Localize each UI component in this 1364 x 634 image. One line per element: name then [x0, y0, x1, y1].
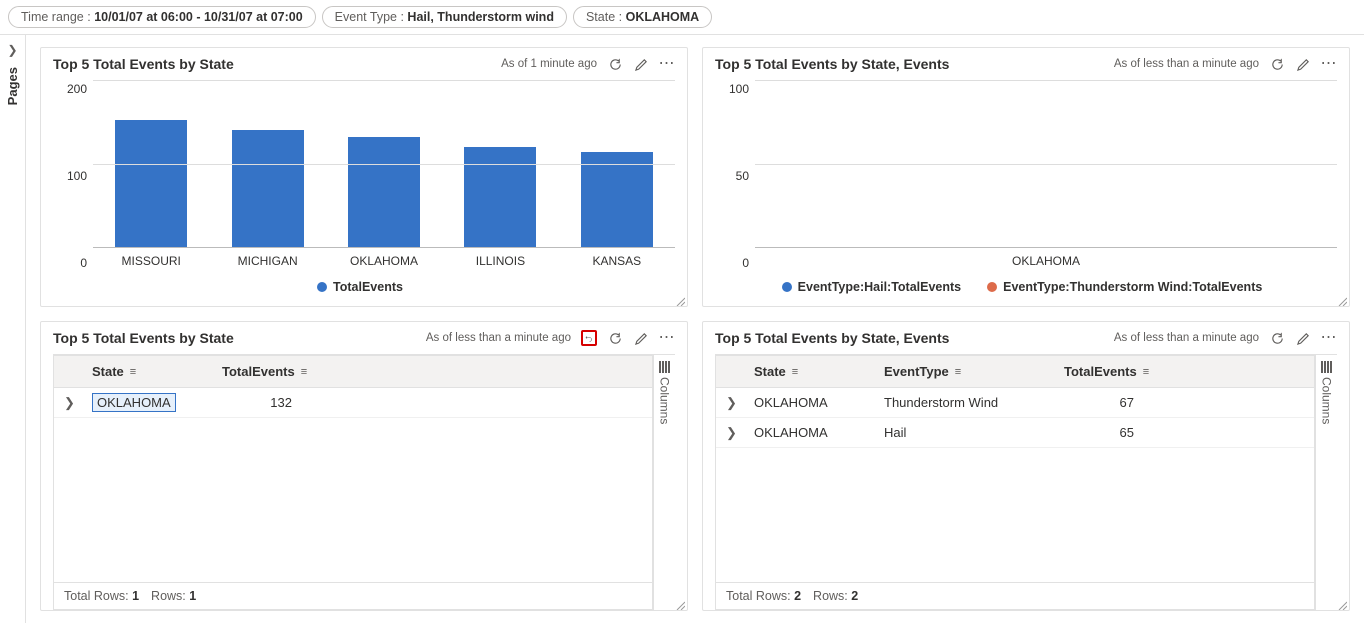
card-top5-states-events-chart: Top 5 Total Events by State, Events As o…: [702, 47, 1350, 307]
x-axis: MISSOURI MICHIGAN OKLAHOMA ILLINOIS KANS…: [93, 248, 675, 270]
resize-handle-icon[interactable]: [675, 294, 685, 304]
dashboard-grid: Top 5 Total Events by State As of 1 minu…: [26, 35, 1364, 623]
table-row[interactable]: ❯ OKLAHOMA Hail 65: [716, 418, 1314, 448]
col-state[interactable]: State≡: [744, 364, 874, 379]
expand-rail-icon[interactable]: ❯: [7, 43, 17, 57]
legend: EventType:Hail:TotalEvents EventType:Thu…: [707, 270, 1337, 298]
cell-total: 67: [1054, 395, 1144, 410]
cell-eventtype: Hail: [874, 425, 1054, 440]
table-header: State≡ EventType≡ TotalEvents≡: [716, 356, 1314, 388]
table-footer: Total Rows: 1 Rows: 1: [54, 582, 652, 609]
bar-kansas[interactable]: [581, 152, 653, 247]
cell-state: OKLAHOMA: [744, 395, 874, 410]
edit-icon[interactable]: [1295, 56, 1311, 72]
col-eventtype[interactable]: EventType≡: [874, 364, 1054, 379]
asof-text: As of less than a minute ago: [426, 332, 571, 344]
card-title: Top 5 Total Events by State, Events: [715, 56, 949, 72]
resize-handle-icon[interactable]: [675, 598, 685, 608]
refresh-icon[interactable]: [1269, 330, 1285, 346]
y-axis: 200 100 0: [45, 80, 93, 270]
card-top5-states-chart: Top 5 Total Events by State As of 1 minu…: [40, 47, 688, 307]
card-top5-states-table: Top 5 Total Events by State As of less t…: [40, 321, 688, 611]
filter-pill-event-type[interactable]: Event Type : Hail, Thunderstorm wind: [322, 6, 567, 28]
menu-icon[interactable]: ≡: [301, 366, 307, 378]
pages-tab[interactable]: Pages: [5, 67, 20, 105]
bars-area: [93, 80, 675, 248]
cell-state: OKLAHOMA: [744, 425, 874, 440]
table-header: State≡ TotalEvents≡: [54, 356, 652, 388]
bars-area: [755, 80, 1337, 248]
resize-handle-icon[interactable]: [1337, 598, 1347, 608]
card-top5-states-events-table: Top 5 Total Events by State, Events As o…: [702, 321, 1350, 611]
refresh-icon[interactable]: [1269, 56, 1285, 72]
menu-icon[interactable]: ≡: [130, 366, 136, 378]
asof-text: As of less than a minute ago: [1114, 58, 1259, 70]
card-title: Top 5 Total Events by State, Events: [715, 330, 949, 346]
edit-icon[interactable]: [633, 330, 649, 346]
asof-text: As of 1 minute ago: [501, 58, 597, 70]
menu-icon[interactable]: ≡: [1143, 366, 1149, 378]
resize-handle-icon[interactable]: [1337, 294, 1347, 304]
asof-text: As of less than a minute ago: [1114, 332, 1259, 344]
table-row[interactable]: ❯ OKLAHOMA 132: [54, 388, 652, 418]
filter-pill-state[interactable]: State : OKLAHOMA: [573, 6, 712, 28]
table-footer: Total Rows: 2 Rows: 2: [716, 582, 1314, 609]
menu-icon[interactable]: ≡: [792, 366, 798, 378]
card-title: Top 5 Total Events by State: [53, 330, 234, 346]
more-icon[interactable]: ⋯: [1321, 56, 1337, 72]
edit-icon[interactable]: [633, 56, 649, 72]
bar-michigan[interactable]: [232, 130, 304, 247]
edit-icon[interactable]: [1295, 330, 1311, 346]
menu-icon[interactable]: ≡: [955, 366, 961, 378]
col-totalevents[interactable]: TotalEvents≡: [1054, 364, 1159, 379]
cell-eventtype: Thunderstorm Wind: [874, 395, 1054, 410]
refresh-icon[interactable]: [607, 330, 623, 346]
col-totalevents[interactable]: TotalEvents≡: [212, 364, 342, 379]
cell-total: 65: [1054, 425, 1144, 440]
card-title: Top 5 Total Events by State: [53, 56, 234, 72]
filter-bar: Time range : 10/01/07 at 06:00 - 10/31/0…: [0, 0, 1364, 35]
columns-toggle[interactable]: Columns: [1315, 355, 1337, 610]
more-icon[interactable]: ⋯: [659, 330, 675, 346]
legend-item-hail[interactable]: EventType:Hail:TotalEvents: [782, 280, 961, 294]
bar-oklahoma[interactable]: [348, 137, 420, 247]
cell-total: 132: [212, 395, 302, 410]
bar-illinois[interactable]: [464, 147, 536, 247]
side-rail: ❯ Pages: [0, 35, 26, 623]
y-axis: 100 50 0: [707, 80, 755, 270]
columns-icon: [1321, 361, 1332, 373]
more-icon[interactable]: ⋯: [659, 56, 675, 72]
more-icon[interactable]: ⋯: [1321, 330, 1337, 346]
filter-pill-time[interactable]: Time range : 10/01/07 at 06:00 - 10/31/0…: [8, 6, 316, 28]
x-axis: OKLAHOMA: [755, 248, 1337, 270]
expand-row-icon[interactable]: ❯: [716, 395, 744, 411]
columns-icon: [659, 361, 670, 373]
table-row[interactable]: ❯ OKLAHOMA Thunderstorm Wind 67: [716, 388, 1314, 418]
refresh-icon[interactable]: [607, 56, 623, 72]
legend: TotalEvents: [45, 270, 675, 298]
expand-row-icon[interactable]: ❯: [54, 395, 82, 411]
col-state[interactable]: State≡: [82, 364, 212, 379]
columns-toggle[interactable]: Columns: [653, 355, 675, 610]
legend-item-thunderstorm[interactable]: EventType:Thunderstorm Wind:TotalEvents: [987, 280, 1262, 294]
bar-missouri[interactable]: [115, 120, 187, 247]
legend-item-total[interactable]: TotalEvents: [317, 280, 403, 294]
expand-row-icon[interactable]: ❯: [716, 425, 744, 441]
undo-icon[interactable]: [581, 330, 597, 346]
cell-state[interactable]: OKLAHOMA: [92, 393, 176, 412]
